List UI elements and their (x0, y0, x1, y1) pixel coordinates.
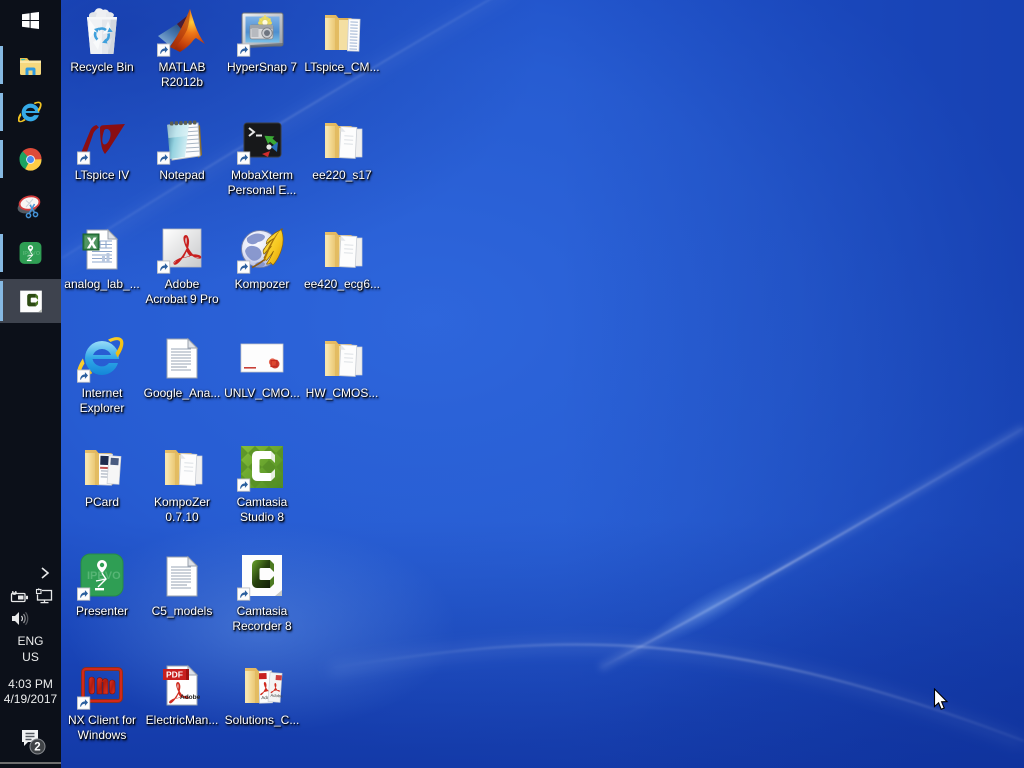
svg-text:Adobe: Adobe (270, 693, 283, 699)
svg-text:Adobe: Adobe (180, 694, 201, 701)
svg-text:2: 2 (34, 742, 40, 754)
svg-text:PDF: PDF (166, 670, 183, 680)
